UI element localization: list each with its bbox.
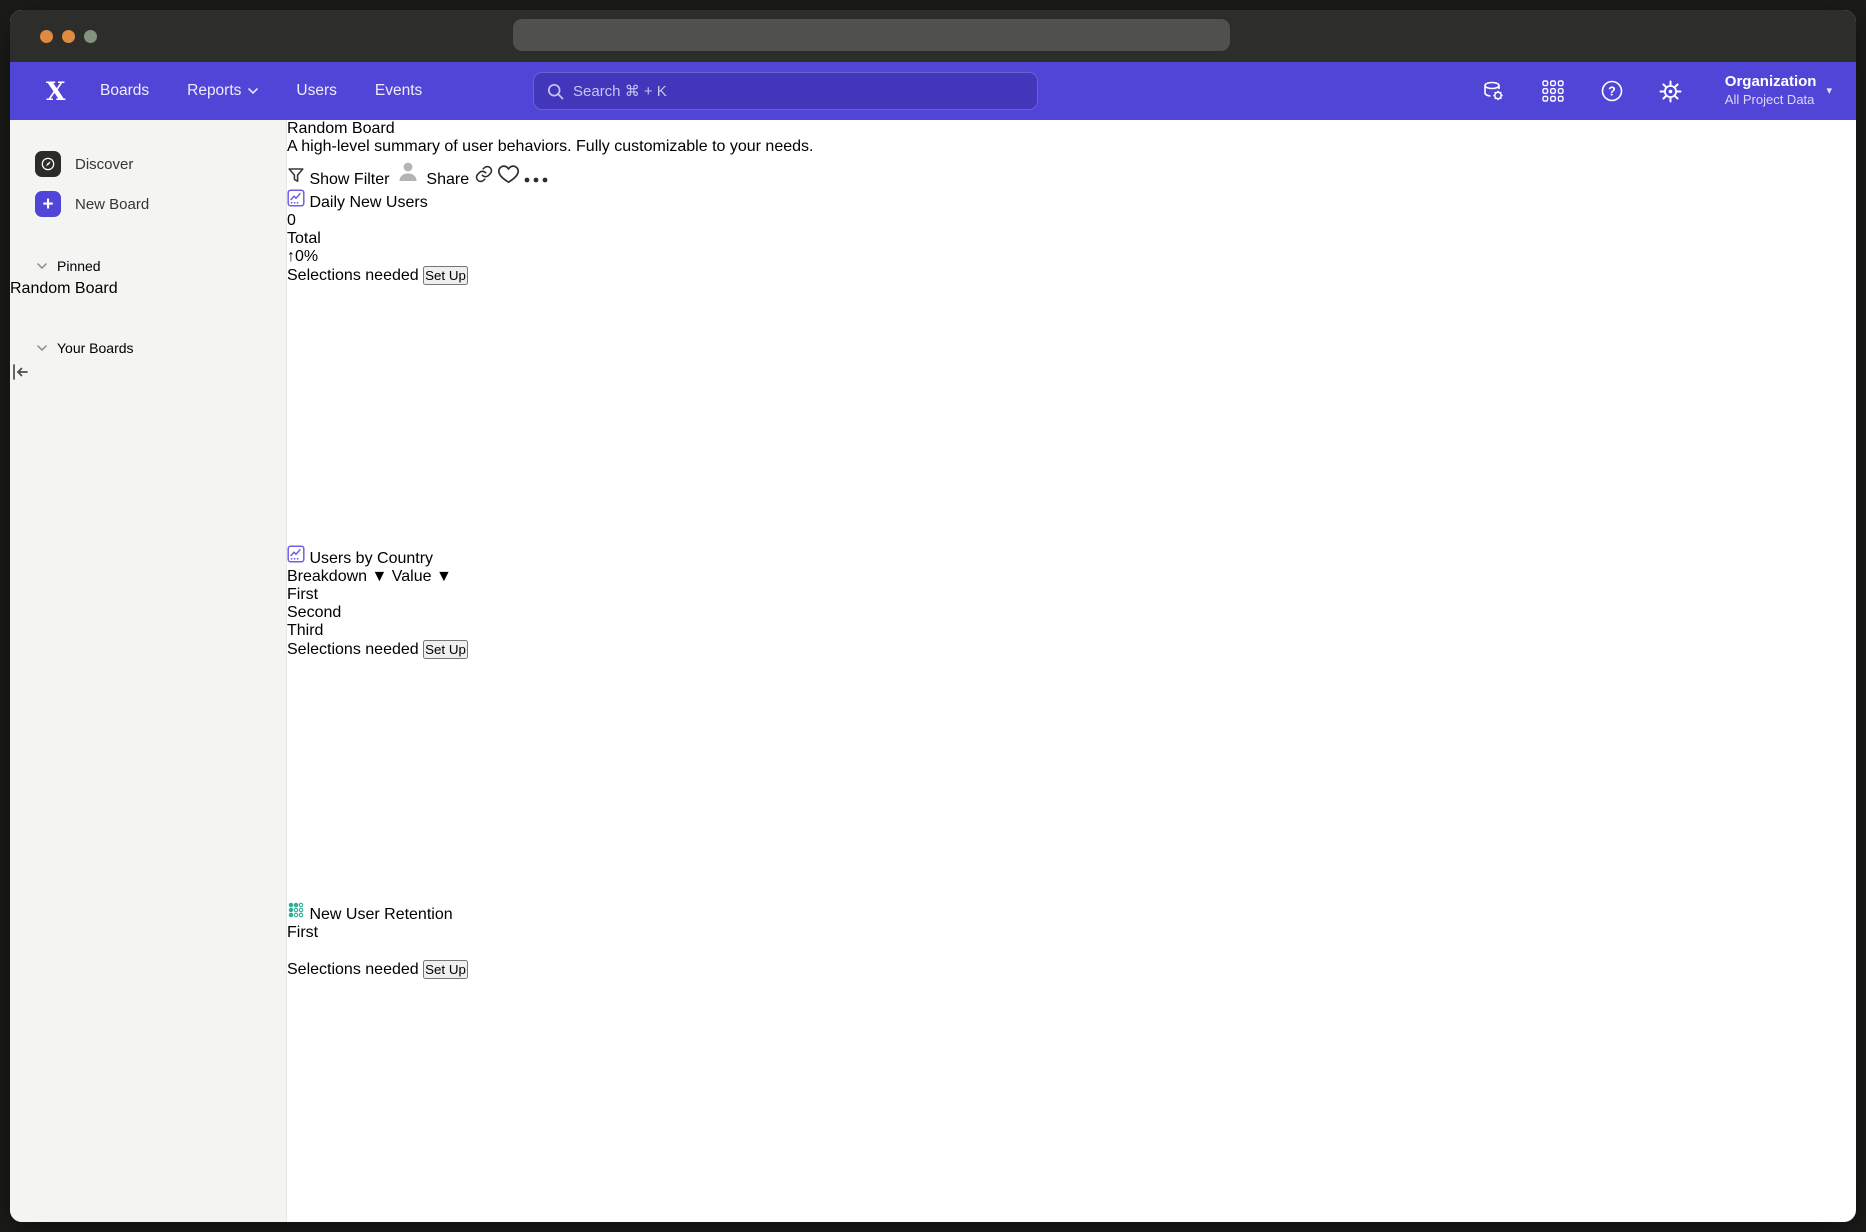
board-name: Random Board — [10, 280, 118, 297]
chevron-down-icon — [37, 345, 47, 351]
line-chart-icon — [287, 550, 309, 567]
card-footer: Selections needed Set Up — [287, 640, 586, 659]
board-actions: Show Filter Share — [287, 156, 961, 189]
caret-down-icon: ▼ — [372, 568, 388, 585]
sidebar-item-new-board[interactable]: + New Board — [35, 184, 286, 224]
card-title: Users by Country — [309, 550, 433, 567]
set-up-button[interactable]: Set Up — [423, 266, 468, 285]
show-filter-button[interactable]: Show Filter — [287, 171, 394, 188]
chevron-down-icon — [37, 263, 47, 269]
breakdown-dropdown[interactable]: Breakdown ▼ — [287, 568, 392, 585]
sidebar-section-pinned[interactable]: Pinned — [37, 258, 286, 274]
funnel-icon — [287, 167, 305, 184]
apps-grid-icon[interactable] — [1540, 78, 1566, 104]
section-label: Your Boards — [57, 340, 134, 356]
retention-grid-icon — [287, 906, 309, 923]
section-label: Pinned — [57, 258, 101, 274]
org-switcher[interactable]: Organization All Project Data ▾ — [1725, 73, 1832, 109]
person-icon — [394, 156, 422, 184]
collapse-left-icon — [10, 362, 30, 382]
card-title: Daily New Users — [309, 194, 427, 211]
mixpanel-logo-icon[interactable]: X — [46, 79, 72, 104]
svg-text:?: ? — [1608, 84, 1616, 98]
sidebar: Discover + New Board Pinned Random Board… — [10, 120, 287, 1222]
favorite-button[interactable] — [498, 171, 523, 188]
link-icon — [474, 164, 494, 184]
metric-delta-badge: ↑0% — [287, 248, 586, 266]
status-text: Selections needed — [287, 267, 419, 284]
copy-link-button[interactable] — [474, 171, 498, 188]
org-title: Organization — [1725, 73, 1817, 92]
bar-label: Second — [287, 604, 341, 621]
app-shell: Discover + New Board Pinned Random Board… — [10, 120, 1856, 1222]
page-title: Random Board — [287, 120, 961, 138]
nav-right: ? Organization All Project Data ▾ — [1481, 62, 1832, 120]
sidebar-section-your-boards[interactable]: Your Boards — [37, 340, 286, 356]
retention-chart: 75%50%25%0%< Day 1Day 2Day 3Day 4Day 5Da… — [287, 942, 741, 960]
sidebar-item-discover[interactable]: Discover — [35, 144, 286, 184]
search-input[interactable]: Search ⌘ + K — [533, 72, 1038, 110]
data-management-icon[interactable] — [1481, 78, 1507, 104]
window-titlebar — [10, 10, 1856, 62]
bar-label: First — [287, 586, 318, 603]
chevron-down-icon: ▾ — [1826, 84, 1832, 97]
country-bar-row: Third — [287, 622, 586, 640]
traffic-light-minimize-icon[interactable] — [62, 30, 75, 43]
settings-gear-icon[interactable] — [1658, 78, 1684, 104]
legend-item: First — [287, 924, 318, 941]
card-daily-new-users: Daily New Users 0 Total ↑0% Selections n… — [287, 189, 586, 545]
nav-item-reports[interactable]: Reports — [187, 82, 258, 100]
card-footer: Selections needed Set Up — [287, 960, 741, 979]
card-footer: Selections needed Set Up — [287, 266, 586, 285]
board-content: Random Board A high-level summary of use… — [287, 120, 961, 1222]
status-text: Selections needed — [287, 641, 419, 658]
heart-icon — [498, 165, 519, 184]
compass-icon — [35, 151, 61, 177]
top-nav: X Boards Reports Users Events Search ⌘ +… — [10, 62, 1856, 120]
nav-item-users[interactable]: Users — [296, 82, 336, 100]
metric-label: Total — [287, 230, 586, 248]
app-window: X Boards Reports Users Events Search ⌘ +… — [10, 10, 1856, 1222]
share-button[interactable]: Share — [426, 171, 469, 188]
page-subtitle: A high-level summary of user behaviors. … — [287, 138, 961, 156]
nav-item-events[interactable]: Events — [375, 82, 422, 100]
traffic-light-close-icon[interactable] — [40, 30, 53, 43]
set-up-button[interactable]: Set Up — [423, 640, 468, 659]
caret-down-icon: ▼ — [436, 568, 452, 585]
chart-legend: First — [287, 924, 741, 942]
set-up-button[interactable]: Set Up — [423, 960, 468, 979]
ellipsis-icon — [523, 176, 549, 184]
country-bars: FirstSecondThird — [287, 586, 586, 640]
status-text: Selections needed — [287, 961, 419, 978]
country-bar-row: Second — [287, 604, 586, 622]
search-placeholder: Search ⌘ + K — [573, 82, 667, 100]
traffic-light-zoom-icon[interactable] — [84, 30, 97, 43]
help-icon[interactable]: ? — [1599, 78, 1625, 104]
sidebar-item-label: Discover — [75, 156, 133, 173]
org-subtitle: All Project Data — [1725, 92, 1817, 109]
nav-item-boards[interactable]: Boards — [100, 82, 149, 100]
chevron-down-icon — [248, 88, 258, 94]
search-icon — [547, 83, 564, 100]
avatar[interactable] — [394, 171, 426, 188]
sidebar-item-label: New Board — [75, 196, 149, 213]
bar-label: Third — [287, 622, 323, 639]
plus-icon: + — [35, 191, 61, 217]
card-users-by-country: Users by Country Breakdown ▼ Value ▼ Fir… — [287, 545, 586, 901]
country-bar-row: First — [287, 586, 586, 604]
more-options-button[interactable] — [523, 171, 549, 188]
metric-value: 0 — [287, 212, 586, 230]
card-title: New User Retention — [309, 906, 452, 923]
url-bar[interactable] — [513, 19, 1230, 51]
line-chart-icon — [287, 194, 309, 211]
nav-menu: Boards Reports Users Events — [100, 82, 422, 100]
card-new-user-retention: New User Retention First 75%50%25%0%< Da… — [287, 901, 741, 1222]
sidebar-item-random-board[interactable]: Random Board — [10, 280, 286, 298]
sidebar-collapse-button[interactable] — [10, 362, 286, 387]
value-dropdown[interactable]: Value ▼ — [392, 568, 452, 585]
